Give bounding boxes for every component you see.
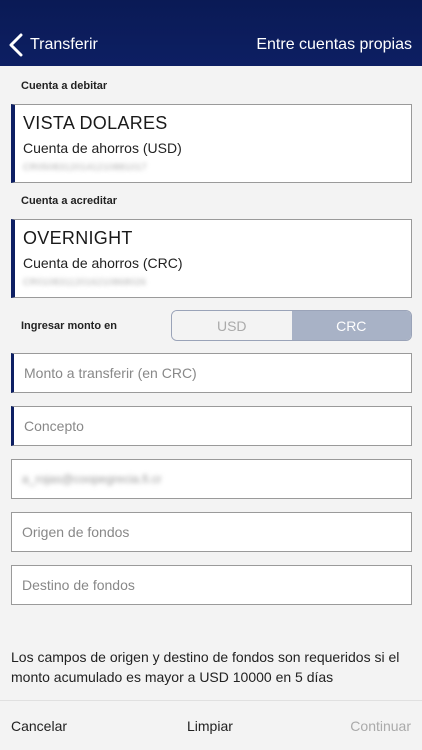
cancel-button[interactable]: Cancelar <box>11 718 67 734</box>
back-button[interactable]: Transferir <box>8 32 98 58</box>
email-field[interactable]: a_rojas@coopegrecia.fi.cr <box>11 459 412 499</box>
email-value: a_rojas@coopegrecia.fi.cr <box>22 472 162 486</box>
amount-currency-label: Ingresar monto en <box>21 320 117 332</box>
currency-option-crc[interactable]: CRC <box>291 311 411 340</box>
clear-button[interactable]: Limpiar <box>187 718 233 734</box>
credit-account-name: OVERNIGHT <box>23 228 133 248</box>
currency-segmented-control: USD CRC <box>171 310 412 341</box>
currency-option-usd[interactable]: USD <box>172 311 292 340</box>
concept-input[interactable]: Concepto <box>11 406 412 446</box>
requirement-note: Los campos de origen y destino de fondos… <box>11 649 400 685</box>
amount-input[interactable]: Monto a transferir (en CRC) <box>11 353 412 393</box>
chevron-left-icon <box>9 33 23 57</box>
funds-destination-input[interactable]: Destino de fondos <box>11 565 412 605</box>
back-label: Transferir <box>30 36 98 53</box>
screen-title: Entre cuentas propias <box>256 36 412 53</box>
credit-section-label: Cuenta a acreditar <box>21 195 117 207</box>
app-header: Transferir Entre cuentas propias <box>0 0 422 66</box>
debit-account-name: VISTA DOLARES <box>23 113 168 133</box>
credit-account-card[interactable]: OVERNIGHT Cuenta de ahorros (CRC) CR0108… <box>11 219 412 298</box>
debit-account-type: Cuenta de ahorros (USD) <box>23 140 182 156</box>
continue-button[interactable]: Continuar <box>350 718 411 734</box>
credit-account-type: Cuenta de ahorros (CRC) <box>23 255 183 271</box>
funds-origin-input[interactable]: Origen de fondos <box>11 512 412 552</box>
debit-account-card[interactable]: VISTA DOLARES Cuenta de ahorros (USD) CR… <box>11 104 412 183</box>
action-bar: Cancelar Limpiar Continuar <box>0 700 422 750</box>
debit-section-label: Cuenta a debitar <box>21 80 108 92</box>
debit-account-number: CR05083120141210881017 <box>23 162 148 172</box>
credit-account-number: CR01083112016210868026 <box>23 277 147 287</box>
